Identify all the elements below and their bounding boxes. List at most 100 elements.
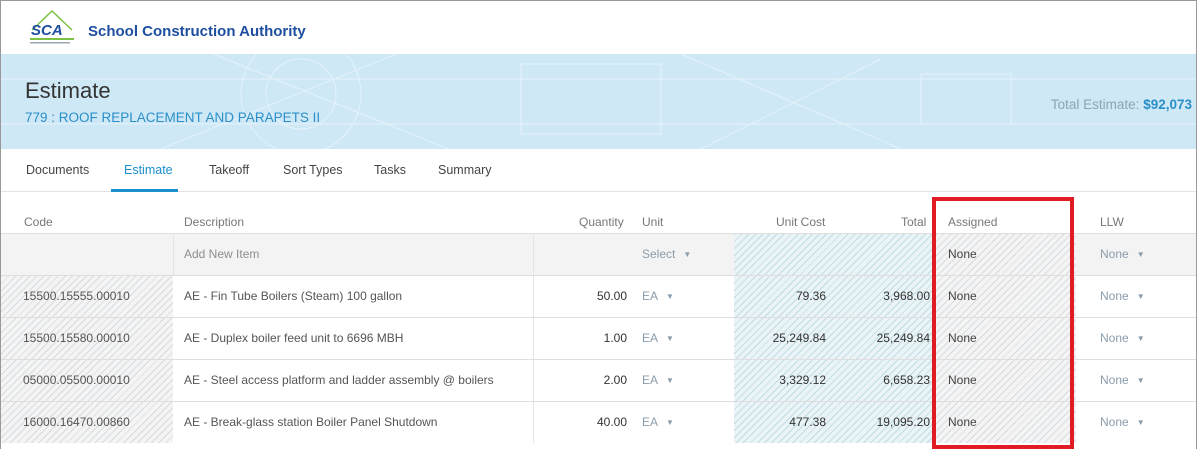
- tab-takeoff[interactable]: Takeoff: [209, 163, 249, 177]
- unit-dropdown[interactable]: EA ▼: [642, 402, 722, 443]
- code-cell: 15500.15580.00010: [1, 318, 173, 359]
- column-divider: [173, 234, 174, 275]
- code-cell: 05000.05500.00010: [1, 360, 173, 401]
- unit-cost-value: 3,329.12: [779, 373, 826, 387]
- tab-summary[interactable]: Summary: [438, 163, 491, 177]
- tab-bar: Documents Estimate Takeoff Sort Types Ta…: [1, 150, 1196, 192]
- column-divider: [533, 234, 534, 275]
- unit-select-dropdown[interactable]: Select ▼: [642, 234, 722, 275]
- description-cell: AE - Break-glass station Boiler Panel Sh…: [184, 415, 438, 429]
- total-estimate-value: $92,073: [1143, 97, 1192, 112]
- caret-down-icon: ▼: [683, 250, 692, 260]
- add-item-cost-cell: [734, 234, 934, 275]
- llw-dropdown[interactable]: None ▼: [1100, 360, 1190, 401]
- add-item-input[interactable]: Add New Item: [184, 234, 524, 275]
- unit-cost-value: 25,249.84: [772, 331, 826, 345]
- llw-dropdown[interactable]: None ▼: [1100, 318, 1190, 359]
- assigned-cell: None: [936, 360, 1076, 401]
- column-header-unit[interactable]: Unit: [642, 215, 663, 229]
- table-row[interactable]: 05000.05500.00010 AE - Steel access plat…: [1, 360, 1196, 401]
- add-item-row: Add New Item Select ▼ None None ▼: [1, 234, 1196, 275]
- total-value: 6,658.23: [883, 373, 930, 387]
- caret-down-icon: ▼: [1136, 418, 1145, 428]
- cost-cell-group: 3,329.12 6,658.23: [734, 360, 934, 401]
- llw-dropdown[interactable]: None ▼: [1100, 402, 1190, 443]
- project-name: 779 : ROOF REPLACEMENT AND PARAPETS II: [25, 110, 321, 125]
- svg-text:SCA: SCA: [31, 22, 63, 39]
- caret-down-icon: ▼: [666, 334, 674, 344]
- caret-down-icon: ▼: [1136, 250, 1145, 260]
- caret-down-icon: ▼: [666, 376, 674, 386]
- cost-cell-group: 79.36 3,968.00: [734, 276, 934, 317]
- column-header-description[interactable]: Description: [184, 215, 244, 229]
- llw-dropdown[interactable]: None ▼: [1100, 276, 1190, 317]
- caret-down-icon: ▼: [1136, 376, 1145, 386]
- quantity-cell[interactable]: 50.00: [541, 276, 627, 317]
- assigned-cell: None: [936, 276, 1076, 317]
- description-cell: AE - Fin Tube Boilers (Steam) 100 gallon: [184, 289, 403, 303]
- add-item-assigned-cell: None: [936, 234, 1076, 275]
- column-header-llw[interactable]: LLW: [1100, 215, 1124, 229]
- llw-label: None: [1100, 331, 1129, 345]
- total-value: 19,095.20: [876, 415, 930, 429]
- llw-dropdown-label: None: [1100, 247, 1129, 261]
- brand-bar: SCA School Construction Authority: [1, 1, 1196, 54]
- llw-label: None: [1100, 289, 1129, 303]
- unit-cost-value: 79.36: [795, 289, 826, 303]
- total-estimate-label: Total Estimate:: [1050, 97, 1144, 112]
- unit-label: EA: [642, 415, 659, 429]
- total-value: 3,968.00: [883, 289, 930, 303]
- total-value: 25,249.84: [876, 331, 930, 345]
- total-estimate: Total Estimate: $92,073: [1051, 97, 1192, 112]
- table-row[interactable]: 16000.16470.00860 AE - Break-glass stati…: [1, 402, 1196, 443]
- tab-documents[interactable]: Documents: [26, 163, 89, 177]
- quantity-cell[interactable]: 1.00: [541, 318, 627, 359]
- column-header-unit-cost[interactable]: Unit Cost: [776, 215, 825, 229]
- sca-logo-icon: SCA: [30, 9, 74, 44]
- active-tab-indicator: [111, 189, 178, 192]
- column-header-assigned[interactable]: Assigned: [948, 215, 997, 229]
- caret-down-icon: ▼: [666, 292, 674, 302]
- unit-cost-value: 477.38: [789, 415, 826, 429]
- assigned-cell: None: [936, 318, 1076, 359]
- code-cell: 16000.16470.00860: [1, 402, 173, 443]
- page-title: Estimate: [25, 78, 111, 103]
- caret-down-icon: ▼: [1136, 292, 1145, 302]
- column-divider: [533, 276, 534, 317]
- table-row[interactable]: 15500.15555.00010 AE - Fin Tube Boilers …: [1, 276, 1196, 317]
- column-divider: [533, 318, 534, 359]
- estimate-table: Code Description Quantity Unit Unit Cost…: [1, 193, 1196, 449]
- description-cell: AE - Duplex boiler feed unit to 6696 MBH: [184, 331, 404, 345]
- unit-select-label: Select: [642, 247, 676, 261]
- column-header-quantity[interactable]: Quantity: [579, 215, 624, 229]
- sca-logo[interactable]: SCA School Construction Authority: [28, 8, 328, 48]
- unit-label: EA: [642, 331, 659, 345]
- column-header-code[interactable]: Code: [24, 215, 53, 229]
- page-header: Estimate 779 : ROOF REPLACEMENT AND PARA…: [1, 54, 1196, 149]
- quantity-cell[interactable]: 2.00: [541, 360, 627, 401]
- unit-dropdown[interactable]: EA ▼: [642, 276, 722, 317]
- unit-dropdown[interactable]: EA ▼: [642, 360, 722, 401]
- tab-tasks[interactable]: Tasks: [374, 163, 406, 177]
- assigned-cell: None: [936, 402, 1076, 443]
- app-title: School Construction Authority: [88, 23, 306, 40]
- add-item-code-cell: [1, 234, 173, 275]
- caret-down-icon: ▼: [1136, 334, 1145, 344]
- cost-cell-group: 477.38 19,095.20: [734, 402, 934, 443]
- unit-dropdown[interactable]: EA ▼: [642, 318, 722, 359]
- quantity-cell[interactable]: 40.00: [541, 402, 627, 443]
- column-header-total[interactable]: Total: [901, 215, 926, 229]
- tab-sort-types[interactable]: Sort Types: [283, 163, 343, 177]
- llw-label: None: [1100, 373, 1129, 387]
- unit-label: EA: [642, 289, 659, 303]
- caret-down-icon: ▼: [666, 418, 674, 428]
- tab-estimate[interactable]: Estimate: [124, 163, 173, 177]
- blueprint-background: [1, 54, 1196, 149]
- llw-label: None: [1100, 415, 1129, 429]
- cost-cell-group: 25,249.84 25,249.84: [734, 318, 934, 359]
- column-divider: [533, 402, 534, 443]
- table-row[interactable]: 15500.15580.00010 AE - Duplex boiler fee…: [1, 318, 1196, 359]
- column-divider: [533, 360, 534, 401]
- description-cell: AE - Steel access platform and ladder as…: [184, 373, 494, 387]
- add-item-llw-dropdown[interactable]: None ▼: [1100, 234, 1190, 275]
